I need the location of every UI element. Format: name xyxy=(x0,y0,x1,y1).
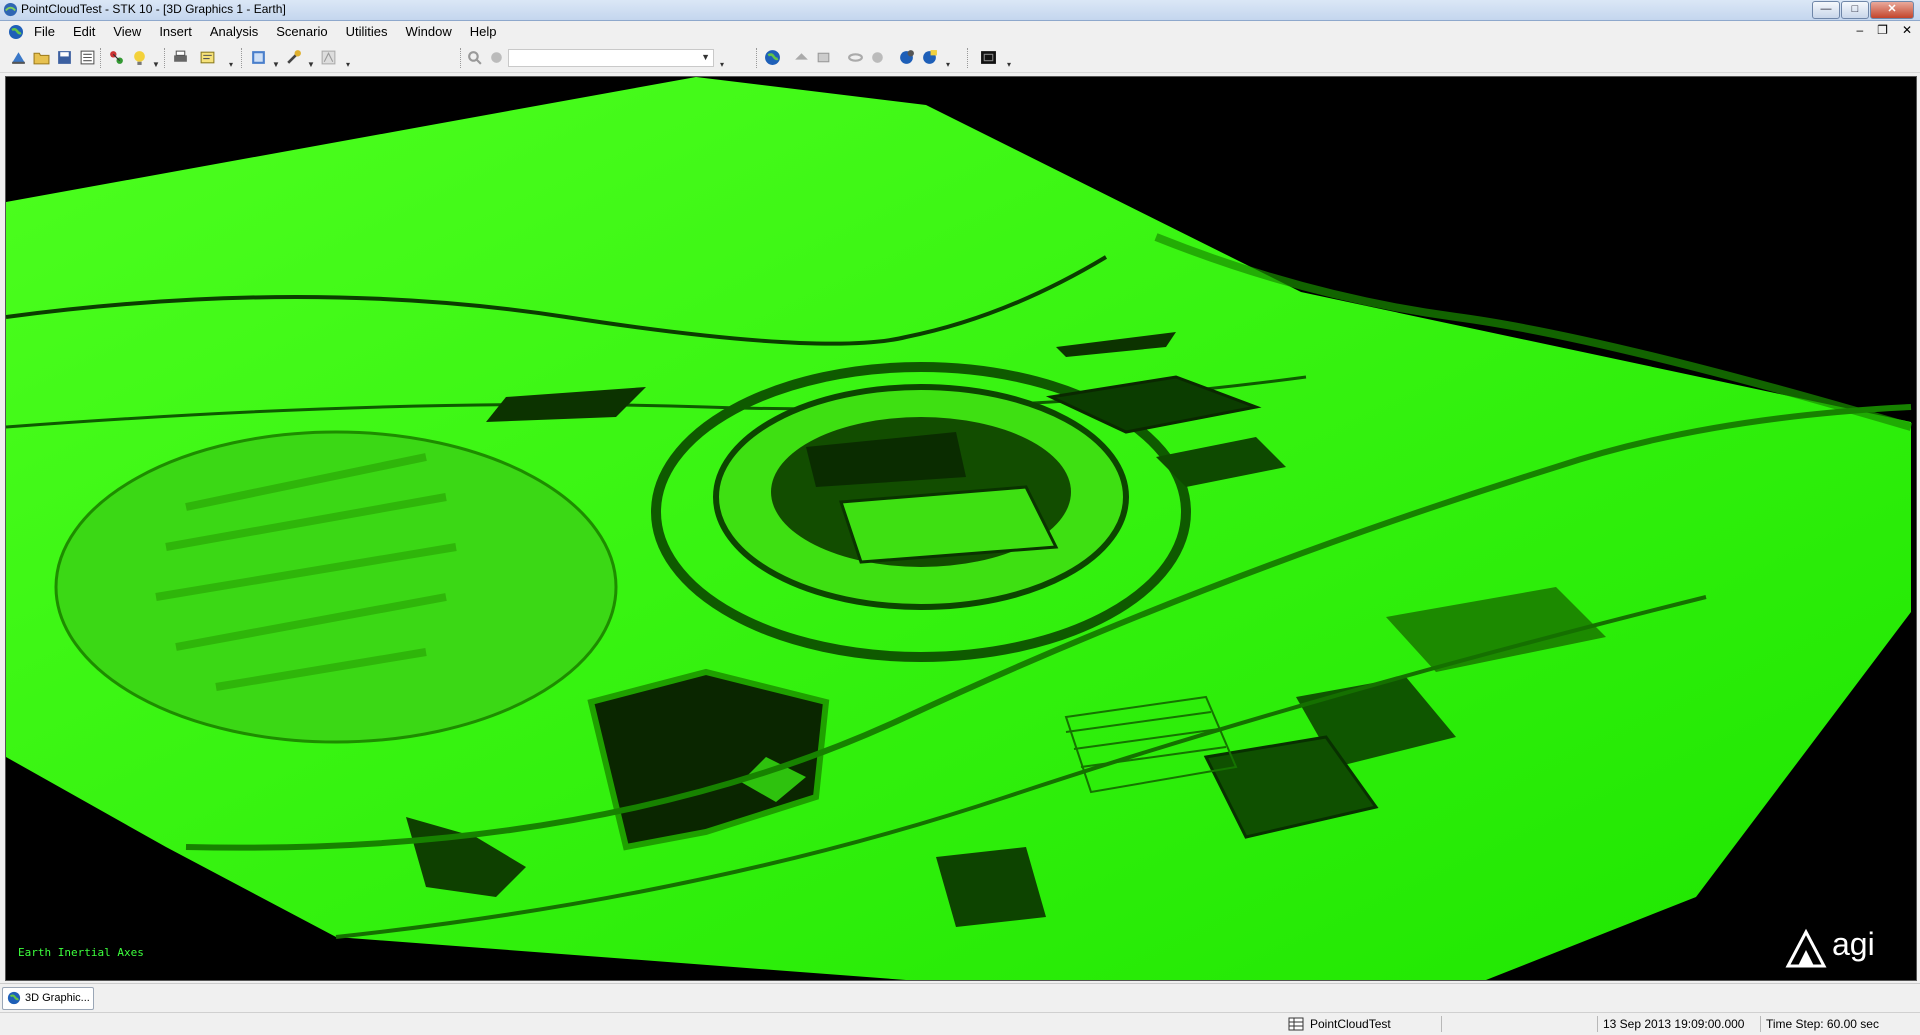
zoom-to-icon[interactable] xyxy=(869,49,886,66)
graphics-window-icon[interactable] xyxy=(250,49,267,66)
minimize-button[interactable]: — xyxy=(1812,1,1840,19)
toolbar-separator xyxy=(756,48,762,68)
menu-window[interactable]: Window xyxy=(405,24,451,39)
tab-3d-graphics[interactable]: 3D Graphic... xyxy=(2,987,94,1010)
scenario-grid-icon xyxy=(1288,1017,1304,1031)
menu-view[interactable]: View xyxy=(113,24,141,39)
report-manager-icon[interactable] xyxy=(320,49,337,66)
globe-tools-icon[interactable] xyxy=(898,49,915,66)
mdi-minimize-button[interactable]: – xyxy=(1856,23,1863,37)
combo-arrow-icon[interactable]: ▼ xyxy=(701,52,710,62)
status-scenario-name: PointCloudTest xyxy=(1310,1017,1391,1031)
tab-label: 3D Graphic... xyxy=(25,992,90,1004)
menu-insert[interactable]: Insert xyxy=(159,24,192,39)
status-bar: PointCloudTest 13 Sep 2013 19:09:00.000 … xyxy=(0,1012,1920,1035)
snapshot-icon[interactable] xyxy=(980,49,997,66)
menu-analysis[interactable]: Analysis xyxy=(210,24,258,39)
window-title: PointCloudTest - STK 10 - [3D Graphics 1… xyxy=(21,2,286,16)
axes-label: Earth Inertial Axes xyxy=(18,946,144,959)
open-folder-icon[interactable] xyxy=(33,49,50,66)
globe-icon[interactable] xyxy=(8,24,24,40)
3d-graphics-viewport[interactable]: Earth Inertial Axes agi xyxy=(5,76,1917,981)
status-separator xyxy=(1597,1016,1598,1032)
status-separator xyxy=(1760,1016,1761,1032)
point-cloud-scene xyxy=(6,77,1913,980)
menu-bar: File Edit View Insert Analysis Scenario … xyxy=(0,21,1920,43)
object-browser-icon[interactable] xyxy=(108,49,125,66)
stk-app-icon xyxy=(3,2,18,17)
orbit-icon[interactable] xyxy=(847,49,864,66)
mdi-restore-button[interactable]: ❐ xyxy=(1877,23,1888,37)
status-separator xyxy=(1441,1016,1442,1032)
zoom-icon[interactable] xyxy=(466,49,483,66)
menu-scenario[interactable]: Scenario xyxy=(276,24,327,39)
view-to-icon[interactable] xyxy=(815,49,832,66)
save-icon[interactable] xyxy=(56,49,73,66)
toolbar-separator xyxy=(100,48,106,68)
maximize-button[interactable]: □ xyxy=(1841,1,1869,19)
menu-file[interactable]: File xyxy=(34,24,55,39)
globe-manager-icon[interactable] xyxy=(921,49,938,66)
close-button[interactable]: ✕ xyxy=(1870,1,1914,19)
print-icon[interactable] xyxy=(172,49,189,66)
graphics-window-chevron-icon[interactable]: ▼ xyxy=(272,61,280,69)
menu-edit[interactable]: Edit xyxy=(73,24,95,39)
object-selector-combo[interactable]: ▼ xyxy=(508,49,714,67)
window-tab-bar: 3D Graphic... xyxy=(0,983,1920,1012)
combo-toolbar-chevron-icon[interactable]: ▾ xyxy=(720,61,727,69)
report-icon[interactable] xyxy=(199,49,216,66)
insert-dropdown-chevron-icon[interactable]: ▼ xyxy=(152,61,160,69)
new-scenario-icon[interactable] xyxy=(10,49,27,66)
agi-logo-text: agi xyxy=(1832,926,1875,962)
menu-help[interactable]: Help xyxy=(470,24,497,39)
stadium-field xyxy=(838,485,1059,564)
mdi-controls: – ❐ ✕ xyxy=(1842,23,1912,37)
report-dropdown-chevron-icon[interactable]: ▾ xyxy=(229,61,236,69)
toolbar-separator xyxy=(967,48,973,68)
toolbar: ▼ ▾ ▼ ▼ ▾ ▼ ▾ ▾ ▾ xyxy=(0,44,1920,73)
mdi-close-button[interactable]: ✕ xyxy=(1902,23,1912,37)
agi-logo-mark-icon xyxy=(1785,928,1827,968)
globe-icon xyxy=(7,991,21,1005)
home-view-globe-icon[interactable] xyxy=(764,49,781,66)
insert-object-icon[interactable] xyxy=(131,49,148,66)
menu-utilities[interactable]: Utilities xyxy=(346,24,388,39)
agi-logo: agi xyxy=(1784,926,1894,970)
properties-icon[interactable] xyxy=(79,49,96,66)
toolbar-separator xyxy=(164,48,170,68)
toolbar-separator xyxy=(241,48,247,68)
title-bar: PointCloudTest - STK 10 - [3D Graphics 1… xyxy=(0,0,1920,21)
tools-icon[interactable] xyxy=(285,49,302,66)
toolbar-overflow-chevron-icon[interactable]: ▾ xyxy=(346,61,353,69)
tools-chevron-icon[interactable]: ▼ xyxy=(307,61,315,69)
snapshot-chevron-icon[interactable]: ▾ xyxy=(1007,61,1014,69)
pan-icon[interactable] xyxy=(488,49,505,66)
view-from-icon[interactable] xyxy=(793,49,810,66)
status-datetime: 13 Sep 2013 19:09:00.000 xyxy=(1603,1017,1745,1031)
status-time-step: Time Step: 60.00 sec xyxy=(1766,1017,1879,1031)
window-controls: — □ ✕ xyxy=(1811,1,1914,19)
globe-chevron-icon[interactable]: ▾ xyxy=(946,61,953,69)
